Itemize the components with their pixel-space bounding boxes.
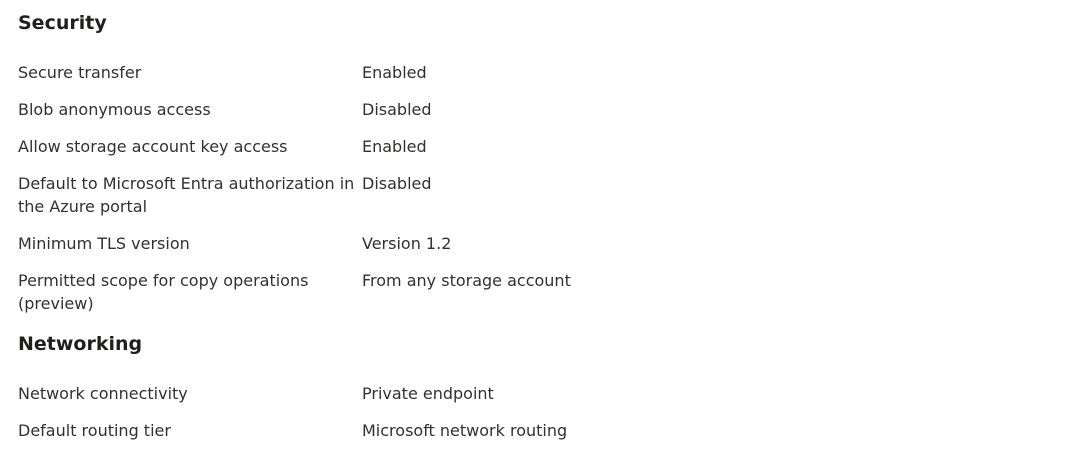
- property-label: Blob anonymous access: [18, 100, 211, 119]
- property-value: Microsoft network routing: [362, 421, 568, 440]
- property-value: From any storage account: [362, 271, 571, 290]
- property-value: Enabled: [362, 137, 427, 156]
- networking-properties: Network connectivity Private endpoint De…: [18, 382, 1071, 442]
- property-value: Enabled: [362, 63, 427, 82]
- property-row-storage-key-access: Allow storage account key access Enabled: [18, 135, 1071, 158]
- property-label: Secure transfer: [18, 63, 142, 82]
- property-value: Disabled: [362, 174, 432, 193]
- property-label: Permitted scope for copy operations (pre…: [18, 271, 309, 313]
- property-label: Default to Microsoft Entra authorization…: [18, 174, 355, 216]
- property-label: Minimum TLS version: [18, 234, 190, 253]
- property-value: Private endpoint: [362, 384, 494, 403]
- property-label: Allow storage account key access: [18, 137, 288, 156]
- property-label: Default routing tier: [18, 421, 171, 440]
- property-row-blob-anonymous-access: Blob anonymous access Disabled: [18, 98, 1071, 121]
- property-row-minimum-tls-version: Minimum TLS version Version 1.2: [18, 232, 1071, 255]
- property-label: Network connectivity: [18, 384, 188, 403]
- property-row-routing-tier: Default routing tier Microsoft network r…: [18, 419, 1071, 442]
- property-row-network-connectivity: Network connectivity Private endpoint: [18, 382, 1071, 405]
- review-details-page: Security Secure transfer Enabled Blob an…: [0, 0, 1071, 467]
- property-row-copy-scope: Permitted scope for copy operations (pre…: [18, 269, 1071, 315]
- security-section-title: Security: [18, 12, 107, 34]
- property-value: Disabled: [362, 100, 432, 119]
- property-row-secure-transfer: Secure transfer Enabled: [18, 61, 1071, 84]
- security-properties: Secure transfer Enabled Blob anonymous a…: [18, 61, 1071, 315]
- property-row-entra-authorization: Default to Microsoft Entra authorization…: [18, 172, 1071, 218]
- networking-section-title: Networking: [18, 333, 143, 355]
- property-value: Version 1.2: [362, 234, 452, 253]
